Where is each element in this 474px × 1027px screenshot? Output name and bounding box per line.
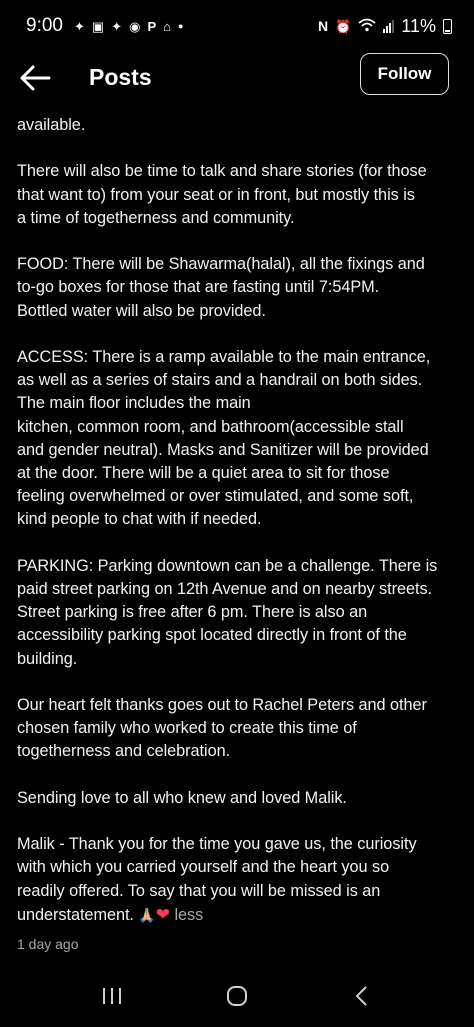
post-content: available. There will also be time to ta… [0,104,474,964]
caption-paragraph: There will also be time to talk and shar… [17,160,462,230]
caption-paragraph: ACCESS: There is a ramp available to the… [17,346,462,532]
status-left-group: 9:00 ✦ ▣ ✦ ◉ P ⌂ ● [26,15,183,37]
caption-line: ACCESS: There is a ramp available to the… [17,347,431,366]
caption-line: Malik - Thank you for the time you gave … [17,835,417,854]
caption-paragraph: available. [17,114,462,137]
caption-line: with which you carried yourself and the … [17,858,390,877]
status-right-group: N ⏰ 11% [318,16,452,37]
wifi-icon [358,16,376,37]
caption-line: paid street parking on 12th Avenue and o… [17,580,433,598]
notification-icon-1: ✦ [73,18,85,34]
caption-line: chosen family who worked to create this … [17,719,357,738]
battery-percent: 11% [401,15,436,36]
caption-line: kind people to chat with if needed. [17,510,262,529]
messenger-icon: ◉ [129,18,141,34]
caption-line: that want to) from your seat or in front… [17,185,415,204]
post-timestamp: 1 day ago [17,936,79,952]
caption-line: Bottled water will also be provided. [17,301,266,320]
caption-line: and gender neutral). Masks and Sanitizer… [17,440,429,459]
paypal-icon: P [147,18,157,34]
battery-icon [443,18,452,34]
caption-line: to-go boxes for those that are fasting u… [17,278,380,297]
back-nav-icon[interactable] [342,976,382,1016]
caption-paragraph: Sending love to all who knew and loved M… [17,787,462,810]
caption-line: FOOD: There will be Shawarma(halal), all… [17,255,425,274]
caption-line: togetherness and celebration. [17,742,231,761]
page-title: Posts [89,64,152,90]
back-arrow-icon[interactable] [18,62,52,94]
notification-icon-2: ✦ [111,18,123,34]
post-caption: available. There will also be time to ta… [17,114,462,950]
caption-line: at the door. There will be a quiet area … [17,464,390,482]
caption-line: Our heart felt thanks goes out to Rachel… [17,696,427,714]
less-link[interactable]: less [174,906,203,924]
caption-line: PARKING: Parking downtown can be a chall… [17,556,438,575]
caption-line: feeling overwhelmed or over stimulated, … [17,487,414,506]
caption-paragraph: Our heart felt thanks goes out to Rachel… [17,694,462,764]
heart-icon: ❤ [155,904,170,924]
caption-line-text: understatement. [17,905,134,924]
caption-paragraph: FOOD: There will be Shawarma(halal), all… [17,253,462,323]
caption-line: available. [17,116,86,134]
header: Posts Follow [0,52,474,104]
status-bar: 9:00 ✦ ▣ ✦ ◉ P ⌂ ● N ⏰ 11% [0,0,474,52]
caption-line: readily offered. To say that you will be… [17,881,381,900]
caption-paragraph: Malik - Thank you for the time you gave … [17,833,462,927]
follow-button[interactable]: Follow [360,53,449,95]
caption-line: There will also be time to talk and shar… [17,162,427,181]
home-button-icon[interactable] [217,976,257,1016]
caption-line: The main floor includes the main [17,394,251,413]
signal-icon [383,19,395,33]
caption-line: Street parking is free after 6 pm. There… [17,603,368,622]
caption-line: a time of togetherness and community. [17,208,295,227]
caption-line: as well as a series of stairs and a hand… [17,371,423,390]
caption-paragraph: PARKING: Parking downtown can be a chall… [17,555,462,671]
nfc-icon: N [317,18,329,34]
caption-line: kitchen, common room, and bathroom(acces… [17,417,404,436]
status-time: 9:00 [26,15,63,36]
caption-line: Sending love to all who knew and loved M… [17,788,347,807]
system-nav-bar [0,964,474,1027]
more-dot-icon: ● [177,20,184,31]
alarm-icon: ⏰ [335,18,352,34]
screenshot-icon: ▣ [91,18,105,34]
praying-hands-icon: 🙏🏼 [138,906,156,923]
recent-apps-icon[interactable] [92,976,132,1016]
caption-line: accessibility parking spot located direc… [17,626,407,645]
home-icon: ⌂ [163,18,171,34]
caption-last-line: understatement. 🙏🏼❤ less [17,903,462,927]
caption-line: building. [17,649,78,668]
